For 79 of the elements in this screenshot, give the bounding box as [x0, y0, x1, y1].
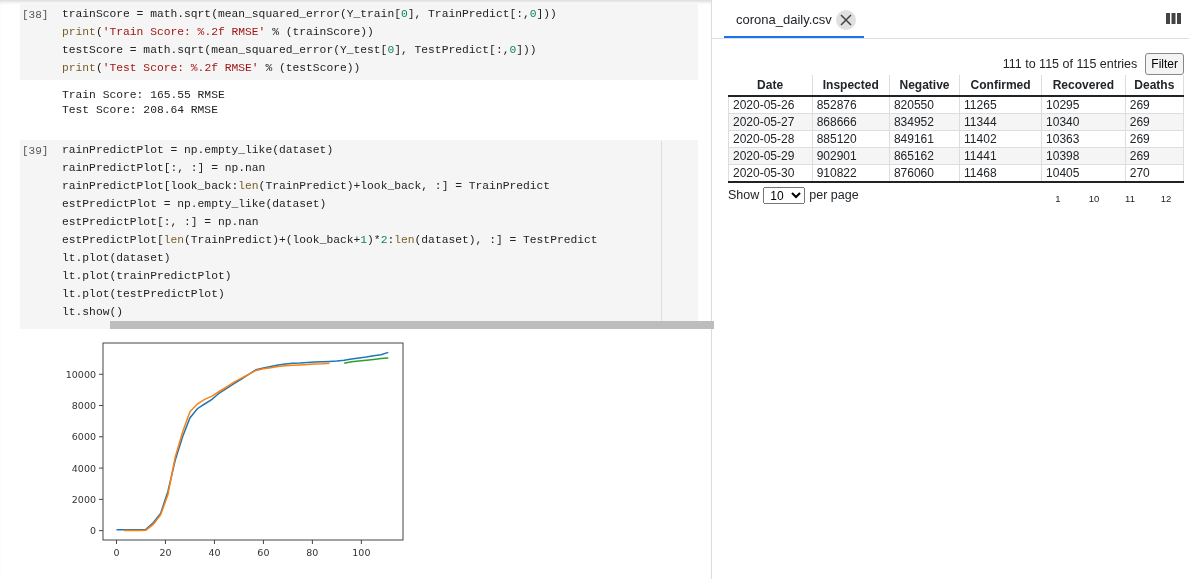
- tick-label: 80: [306, 547, 319, 558]
- column-header[interactable]: Negative: [889, 75, 960, 96]
- page-link[interactable]: 10: [1076, 192, 1112, 207]
- y-tick: [98, 405, 104, 407]
- table-cell: 11402: [959, 130, 1042, 148]
- entries-summary: 111 to 115 of 115 entries: [1002, 55, 1138, 73]
- tick-label: 60: [257, 547, 270, 558]
- filter-button[interactable]: Filter: [1145, 53, 1184, 75]
- column-header[interactable]: Deaths: [1125, 75, 1184, 96]
- code-line: rainPredictPlot = np.empty_like(dataset): [62, 143, 335, 158]
- table-cell: 910822: [812, 164, 890, 182]
- table-cell: 10363: [1041, 130, 1126, 148]
- output-line: Train Score: 165.55 RMSE: [62, 88, 226, 103]
- y-tick: [98, 373, 104, 375]
- table-cell: 852876: [812, 96, 890, 114]
- table-cell: 269: [1125, 130, 1184, 148]
- tick-label: 10000: [65, 368, 96, 380]
- x-tick: [164, 539, 166, 545]
- code-line: rainPredictPlot[:, :] = np.nan: [62, 161, 267, 176]
- show-label: Show: [728, 187, 760, 204]
- code-line: estPredictPlot[len(TrainPredict)+(look_back+1)*2:len(dataset), :] = TestPredict: [62, 233, 599, 248]
- tick-label: 4000: [71, 462, 96, 474]
- code-line: estPredictPlot[:, :] = np.nan: [62, 215, 260, 230]
- table-cell: 10405: [1041, 164, 1126, 182]
- x-tick: [311, 539, 313, 545]
- tick-label: 100: [352, 547, 371, 558]
- code-line: print('Test Score: %.2f RMSE' % (testScore)): [62, 61, 362, 76]
- tick-label: 40: [208, 547, 221, 558]
- table-cell: 876060: [889, 164, 960, 182]
- code-line: lt.plot(testPredictPlot): [62, 287, 226, 302]
- column-header[interactable]: Inspected: [812, 75, 890, 96]
- columns-icon[interactable]: [1166, 13, 1181, 24]
- tick-label: 20: [159, 547, 172, 558]
- table-cell: 2020-05-28: [728, 130, 813, 148]
- x-tick: [360, 539, 362, 545]
- per-page-label: per page: [809, 187, 859, 204]
- table-cell: 820550: [889, 96, 960, 114]
- tick-label: 8000: [71, 400, 96, 412]
- y-tick: [98, 436, 104, 438]
- tick-label: 0: [113, 547, 120, 558]
- table-cell: 269: [1125, 96, 1184, 114]
- code-line: rainPredictPlot[look_back:len(TrainPredict)+look_back, :] = TrainPredict: [62, 179, 552, 194]
- output-line: Test Score: 208.64 RMSE: [62, 103, 219, 118]
- table-cell: 11265: [959, 96, 1042, 114]
- page-size-select[interactable]: 10: [763, 186, 806, 204]
- y-tick: [98, 530, 104, 532]
- x-tick: [213, 539, 215, 545]
- x-tick: [262, 539, 264, 545]
- table-cell: 849161: [889, 130, 960, 148]
- table-cell: 11468: [959, 164, 1042, 182]
- code-line: lt.show(): [62, 305, 124, 320]
- code-line: estPredictPlot = np.empty_like(dataset): [62, 197, 328, 212]
- code-line: trainScore = math.sqrt(mean_squared_error(Y_train[0], TrainPredict[:,0])): [62, 7, 558, 22]
- scrollbar[interactable]: [110, 321, 714, 329]
- code-line: lt.plot(trainPredictPlot): [62, 269, 233, 284]
- file-tab[interactable]: corona_daily.csv: [724, 0, 864, 38]
- table-cell: 2020-05-30: [728, 164, 813, 182]
- page-link[interactable]: 12: [1148, 192, 1184, 207]
- page-link[interactable]: 1: [1040, 192, 1076, 207]
- cell-prompt: [38]: [21, 8, 50, 23]
- tick-label: 6000: [71, 431, 96, 443]
- close-button[interactable]: [835, 10, 856, 30]
- code-line: testScore = math.sqrt(mean_squared_error(Y_test[0], TestPredict[:,0])): [62, 43, 538, 58]
- code-line: lt.plot(dataset): [62, 251, 172, 266]
- tick-label: 0: [89, 525, 96, 537]
- table-cell: 270: [1125, 164, 1184, 182]
- cell-prompt: [39]: [21, 144, 50, 159]
- x-tick: [115, 539, 117, 545]
- page-link[interactable]: 11: [1112, 192, 1148, 207]
- column-header[interactable]: Confirmed: [959, 75, 1042, 96]
- table-cell: 885120: [812, 130, 890, 148]
- column-header[interactable]: Date: [728, 75, 813, 96]
- y-tick: [98, 467, 104, 469]
- table-cell: 10295: [1041, 96, 1126, 114]
- y-tick: [98, 498, 104, 500]
- tick-label: 2000: [71, 493, 96, 505]
- code-line: print('Train Score: %.2f RMSE' % (trainScore)): [62, 25, 375, 40]
- table-cell: 2020-05-26: [728, 96, 813, 114]
- column-header[interactable]: Recovered: [1041, 75, 1126, 96]
